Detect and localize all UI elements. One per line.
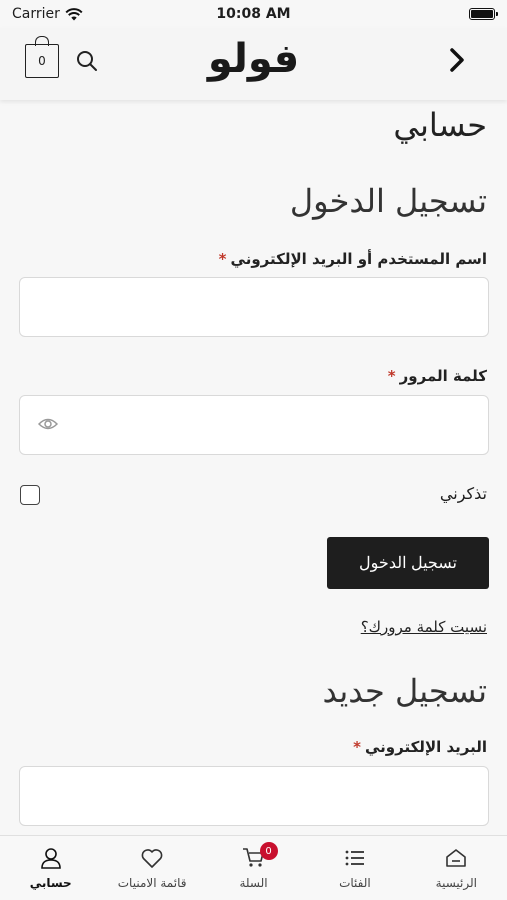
battery-icon [469, 8, 498, 20]
required-mark: * [387, 367, 396, 385]
user-icon [40, 848, 61, 869]
login-heading: تسجيل الدخول [289, 182, 487, 220]
password-input[interactable] [19, 395, 489, 455]
username-label-text: اسم المستخدم أو البريد الإلكتروني [230, 250, 487, 268]
page-title: حسابي [393, 106, 487, 144]
register-email-input[interactable] [19, 766, 489, 826]
tab-cart-label: السلة [239, 876, 268, 890]
eye-icon[interactable] [38, 416, 58, 432]
brand-logo[interactable]: فولو [0, 36, 507, 82]
remember-me-checkbox[interactable] [20, 485, 40, 505]
register-heading: تسجيل جديد [322, 672, 487, 710]
login-button[interactable]: تسجيل الدخول [327, 537, 489, 589]
required-mark: * [218, 250, 227, 268]
app-header: 0 فولو [0, 28, 507, 100]
forgot-password-link[interactable]: نسيت كلمة مرورك؟ [361, 618, 487, 636]
tab-home-label: الرئيسية [435, 876, 477, 890]
required-mark: * [353, 738, 361, 756]
remember-me-label: تذكرني [439, 484, 487, 503]
account-page: حسابي تسجيل الدخول اسم المستخدم أو البري… [0, 100, 507, 835]
email-label-text: البريد الإلكتروني [365, 738, 487, 756]
tab-categories[interactable]: الفئات [304, 836, 405, 900]
tab-account-label: حسابي [29, 876, 72, 890]
bottom-tab-bar: حسابي قائمة الامنيات 0 السلة الفئات الرئ… [0, 835, 507, 900]
chevron-right-icon[interactable] [447, 46, 467, 74]
cart-badge: 0 [259, 842, 278, 860]
password-label-text: كلمة المرور [399, 367, 487, 385]
username-label: اسم المستخدم أو البريد الإلكتروني* [219, 250, 487, 268]
tab-categories-label: الفئات [339, 876, 371, 890]
tab-wishlist-label: قائمة الامنيات [117, 876, 187, 890]
status-bar: Carrier 10:08 AM [0, 0, 507, 28]
username-input[interactable] [19, 277, 489, 337]
heart-icon [141, 849, 163, 868]
tab-cart[interactable]: 0 السلة [203, 836, 304, 900]
tab-account[interactable]: حسابي [0, 836, 101, 900]
status-time: 10:08 AM [216, 6, 291, 22]
tab-home[interactable]: الرئيسية [406, 836, 507, 900]
list-icon [345, 850, 364, 866]
email-label: البريد الإلكتروني* [353, 738, 487, 756]
tab-wishlist[interactable]: قائمة الامنيات [101, 836, 202, 900]
password-label: كلمة المرور* [388, 367, 487, 385]
home-icon [446, 849, 467, 867]
